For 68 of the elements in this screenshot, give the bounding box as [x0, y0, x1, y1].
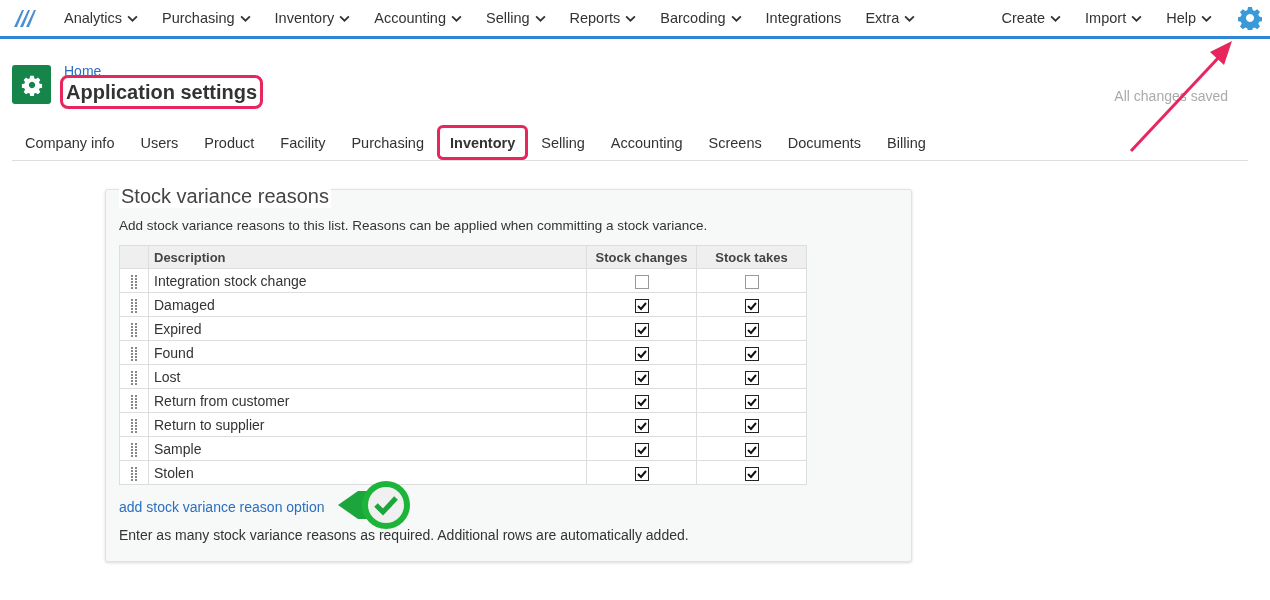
- drag-handle-icon[interactable]: [131, 298, 137, 313]
- drag-handle-icon[interactable]: [131, 370, 137, 385]
- drag-handle-icon[interactable]: [131, 418, 137, 433]
- column-header: Stock takes: [696, 245, 807, 269]
- drag-handle-icon[interactable]: [131, 322, 137, 337]
- table-cell: Return to supplier: [148, 412, 587, 437]
- tab[interactable]: Accounting: [597, 125, 696, 160]
- nav-menu-item[interactable]: Analytics: [64, 10, 151, 26]
- checkbox[interactable]: [744, 370, 759, 385]
- checkbox[interactable]: [744, 394, 759, 409]
- checkbox[interactable]: [744, 274, 759, 289]
- check-callout-icon: [336, 479, 413, 531]
- checkbox[interactable]: [634, 394, 649, 409]
- checkbox[interactable]: [634, 274, 649, 289]
- help-text: Enter as many stock variance reasons as required. Additional rows are automatically added.: [119, 527, 690, 543]
- table-cell: Expired: [148, 316, 587, 341]
- checkbox[interactable]: [634, 370, 649, 385]
- nav-menu-item[interactable]: Create: [1001, 10, 1074, 26]
- drag-handle-icon[interactable]: [131, 274, 137, 289]
- checkbox[interactable]: [634, 418, 649, 433]
- tab[interactable]: Company info: [12, 125, 128, 160]
- checkbox[interactable]: [744, 346, 759, 361]
- nav-menu-item[interactable]: Barcoding: [648, 10, 754, 26]
- drag-handle-icon[interactable]: [131, 394, 137, 409]
- add-option-link[interactable]: add stock variance reason option: [119, 499, 325, 515]
- checkbox[interactable]: [634, 322, 649, 337]
- section-description: Add stock variance reasons to this list. Reasons can be applied when committing a stock variance.: [119, 218, 709, 233]
- checkbox[interactable]: [744, 442, 759, 457]
- table-cell: Integration stock change: [148, 268, 587, 293]
- checkbox[interactable]: [744, 466, 759, 481]
- table-cell: Found: [148, 340, 587, 365]
- tab[interactable]: Product: [191, 125, 268, 160]
- tab[interactable]: Selling: [528, 125, 598, 160]
- nav-menu-item[interactable]: Integrations: [753, 10, 854, 26]
- checkbox[interactable]: [744, 322, 759, 337]
- column-header: Description: [148, 245, 587, 269]
- nav-menu-item[interactable]: Import: [1073, 10, 1155, 26]
- column-header: Stock changes: [586, 245, 697, 269]
- checkbox[interactable]: [634, 466, 649, 481]
- checkbox[interactable]: [634, 442, 649, 457]
- settings-icon[interactable]: [1238, 6, 1262, 30]
- tab[interactable]: Billing: [874, 125, 939, 160]
- table-cell: Damaged: [148, 292, 587, 317]
- table-cell: Sample: [148, 436, 587, 461]
- logo-icon[interactable]: [12, 7, 38, 29]
- tab[interactable]: Screens: [695, 125, 775, 160]
- tab[interactable]: Purchasing: [338, 125, 437, 160]
- tab[interactable]: Facility: [267, 125, 339, 160]
- nav-menu-item[interactable]: Help: [1154, 10, 1224, 26]
- tab[interactable]: Users: [127, 125, 192, 160]
- nav-menu-item[interactable]: Accounting: [362, 10, 474, 26]
- checkbox[interactable]: [744, 418, 759, 433]
- drag-handle-icon[interactable]: [131, 442, 137, 457]
- checkbox[interactable]: [634, 298, 649, 313]
- nav-menu-item[interactable]: Reports: [557, 10, 649, 26]
- nav-menu-item[interactable]: Extra: [853, 10, 928, 26]
- table-cell: Lost: [148, 364, 587, 389]
- nav-menu-item[interactable]: Selling: [474, 10, 558, 26]
- table-cell: Return from customer: [148, 388, 587, 413]
- nav-menu-item[interactable]: Inventory: [262, 10, 363, 26]
- checkbox[interactable]: [744, 298, 759, 313]
- drag-handle-icon[interactable]: [131, 346, 137, 361]
- checkbox[interactable]: [634, 346, 649, 361]
- drag-handle-icon[interactable]: [131, 466, 137, 481]
- tab[interactable]: Inventory: [437, 125, 529, 160]
- settings-app-icon: [12, 65, 51, 104]
- tab[interactable]: Documents: [774, 125, 875, 160]
- nav-menu-item[interactable]: Purchasing: [150, 10, 263, 26]
